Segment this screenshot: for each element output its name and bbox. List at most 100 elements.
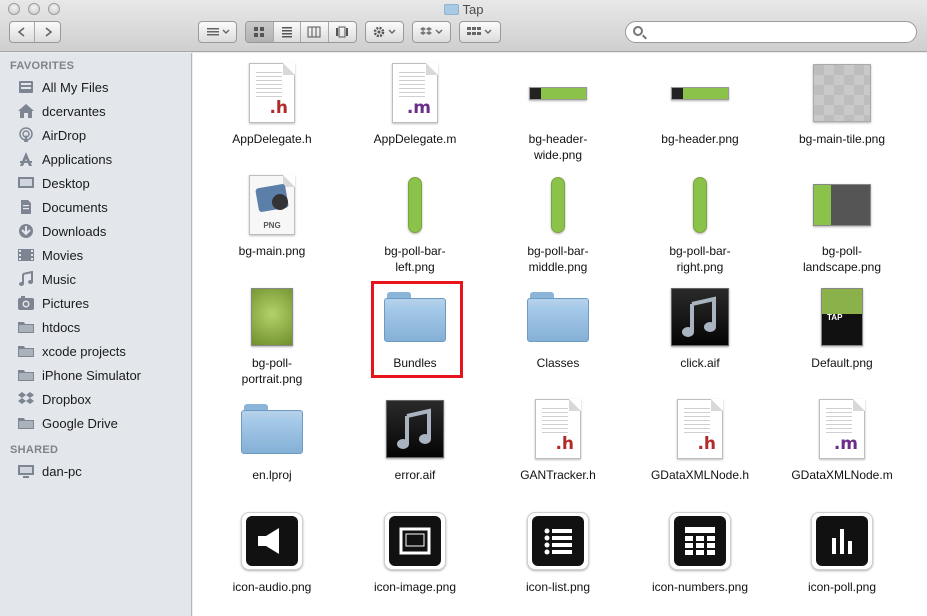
dropbox-menu-button[interactable] (412, 21, 451, 43)
folder-icon (443, 4, 459, 15)
file-thumbnail (629, 509, 771, 573)
favorites-list: All My Files dcervantes AirDrop Application… (0, 75, 191, 435)
image-thumbnail (251, 288, 293, 346)
file-item[interactable]: .m AppDelegate.m (344, 61, 486, 165)
search-input[interactable] (648, 24, 908, 40)
file-name: GANTracker.h (487, 467, 629, 483)
file-item[interactable]: bg-poll-landscape.png (771, 173, 913, 277)
file-name-line: bg-poll-bar- (527, 244, 589, 258)
file-name-line: middle.png (528, 260, 588, 274)
file-name: GDataXMLNode.m (771, 467, 913, 483)
back-button[interactable] (10, 22, 35, 42)
file-name: icon-audio.png (201, 579, 343, 595)
action-button[interactable] (365, 21, 404, 43)
file-item[interactable]: bg-poll-bar-middle.png (487, 173, 629, 277)
file-name-line: bg-header- (528, 132, 588, 146)
sidebar-item-htdocs[interactable]: htdocs (0, 315, 191, 339)
file-name: click.aif (629, 355, 771, 371)
icon-view-button[interactable] (246, 22, 274, 42)
sidebar-item-applications[interactable]: Applications (0, 147, 191, 171)
image-thumbnail (529, 86, 587, 100)
file-thumbnail (771, 61, 913, 125)
file-thumbnail (771, 173, 913, 237)
file-thumbnail (487, 285, 629, 349)
arrange-by-button[interactable] (459, 21, 501, 43)
sidebar-item-all-my-files[interactable]: All My Files (0, 75, 191, 99)
file-item[interactable]: Classes (487, 285, 629, 389)
file-thumbnail (629, 285, 771, 349)
file-thumbnail (344, 173, 486, 237)
file-name: en.lproj (201, 467, 343, 483)
sidebar-item-iphone-simulator[interactable]: iPhone Simulator (0, 363, 191, 387)
file-name-line: icon-audio.png (232, 580, 312, 594)
file-item[interactable]: bg-main-tile.png (771, 61, 913, 165)
file-item[interactable]: icon-image.png (344, 509, 486, 613)
file-thumbnail: .m (771, 397, 913, 461)
file-name: bg-header.png (629, 131, 771, 147)
file-item[interactable]: .m GDataXMLNode.m (771, 397, 913, 501)
sidebar-item-desktop[interactable]: Desktop (0, 171, 191, 195)
dropbox-icon (17, 391, 35, 407)
file-item[interactable]: .h GANTracker.h (487, 397, 629, 501)
list-arrange-icon (206, 28, 229, 36)
sidebar-item-google-drive[interactable]: Google Drive (0, 411, 191, 435)
sidebar-item-dropbox[interactable]: Dropbox (0, 387, 191, 411)
airdrop-icon (17, 127, 35, 143)
file-item[interactable]: bg-header.png (629, 61, 771, 165)
sidebar-item-documents[interactable]: Documents (0, 195, 191, 219)
sidebar-item-dcervantes[interactable]: dcervantes (0, 99, 191, 123)
sidebar-item-downloads[interactable]: Downloads (0, 219, 191, 243)
sidebar-item-movies[interactable]: Movies (0, 243, 191, 267)
file-item[interactable]: icon-numbers.png (629, 509, 771, 613)
column-view-button[interactable] (301, 22, 329, 42)
icon-audio-icon (241, 512, 303, 570)
file-thumbnail: PNG (201, 173, 343, 237)
list-view-button[interactable] (274, 22, 301, 42)
cover-flow-view-icon (336, 26, 349, 38)
view-mode-group (245, 21, 357, 43)
file-item[interactable]: TAP Default.png (771, 285, 913, 389)
folder-icon (241, 404, 303, 454)
file-item[interactable]: bg-poll-bar-right.png (629, 173, 771, 277)
sidebar-item-music[interactable]: Music (0, 267, 191, 291)
search-field[interactable] (625, 21, 917, 43)
file-thumbnail (201, 509, 343, 573)
file-item[interactable]: bg-poll-portrait.png (201, 285, 343, 389)
sidebar-item-label: Downloads (42, 223, 107, 239)
file-item[interactable]: en.lproj (201, 397, 343, 501)
sidebar: FAVORITES All My Files dcervantes AirDrop A… (0, 53, 192, 616)
image-thumbnail (693, 177, 707, 233)
sidebar-item-airdrop[interactable]: AirDrop (0, 123, 191, 147)
arrange-button[interactable] (198, 21, 237, 43)
sidebar-item-pictures[interactable]: Pictures (0, 291, 191, 315)
file-name-line: bg-poll- (821, 244, 863, 258)
file-item[interactable]: icon-audio.png (201, 509, 343, 613)
file-item[interactable]: error.aif (344, 397, 486, 501)
file-item[interactable]: PNG bg-main.png (201, 173, 343, 277)
file-item[interactable]: icon-list.png (487, 509, 629, 613)
file-item[interactable]: bg-poll-bar-left.png (344, 173, 486, 277)
cover-flow-view-button[interactable] (329, 22, 356, 42)
file-item[interactable]: bg-header-wide.png (487, 61, 629, 165)
file-item[interactable]: click.aif (629, 285, 771, 389)
file-item[interactable]: .h AppDelegate.h (201, 61, 343, 165)
image-thumbnail (671, 86, 729, 100)
home-icon (17, 103, 35, 119)
file-name-line: bg-main.png (238, 244, 306, 258)
file-thumbnail (629, 173, 771, 237)
file-name-line: Default.png (811, 356, 873, 370)
image-thumbnail (408, 177, 422, 233)
sidebar-item-label: dcervantes (42, 103, 106, 119)
folder-icon (17, 343, 35, 359)
list-view-icon (281, 27, 292, 38)
file-name-line: wide.png (533, 148, 583, 162)
back-forward-group (9, 21, 61, 43)
file-name: bg-main.png (201, 243, 343, 259)
file-item[interactable]: .h GDataXMLNode.h (629, 397, 771, 501)
icon-view-icon (254, 27, 265, 37)
sidebar-item-xcode-projects[interactable]: xcode projects (0, 339, 191, 363)
desktop-icon (17, 175, 35, 191)
forward-button[interactable] (35, 22, 60, 42)
sidebar-item-dan-pc[interactable]: dan-pc (0, 459, 191, 483)
file-item[interactable]: icon-poll.png (771, 509, 913, 613)
